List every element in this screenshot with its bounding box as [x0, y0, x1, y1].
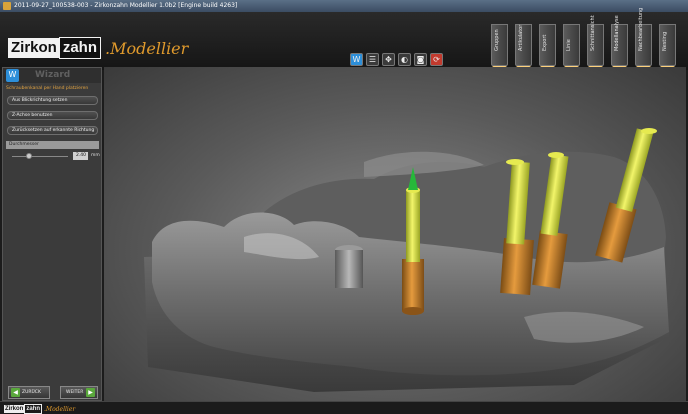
next-button-label: WEITER	[66, 390, 84, 395]
stage-tab[interactable]: Nachbearbeitung	[635, 7, 652, 66]
reset-icon[interactable]: ⟳	[430, 53, 443, 66]
stage-tab[interactable]: Modellanalyse	[611, 15, 628, 66]
stage-tab[interactable]: Linie	[563, 24, 580, 66]
stage-label: Gruppen	[494, 29, 500, 51]
abutment-stub	[335, 250, 363, 288]
footer-logo-product: .Modellier	[44, 405, 76, 413]
arrow-right-icon: ▶	[86, 388, 95, 397]
stage-tab[interactable]: Export	[539, 24, 556, 66]
footer-logo-part-1: Zirkon	[4, 405, 25, 413]
footer-logo: Zirkon zahn .Modellier	[4, 404, 75, 414]
logo-product: .Modellier	[105, 38, 189, 58]
app-icon	[3, 2, 11, 10]
diameter-slider-row: 2.40 mm	[6, 151, 100, 163]
footer-bar: Zirkon zahn .Modellier	[0, 401, 688, 414]
stage-label: Nesting	[662, 31, 668, 51]
list-icon[interactable]: ☰	[366, 53, 379, 66]
implant-2	[500, 238, 534, 295]
view-icon[interactable]: ◐	[398, 53, 411, 66]
stage-tab[interactable]: Schnittansicht	[587, 15, 604, 66]
back-button-label: ZURÜCK	[22, 390, 41, 395]
stage-tab[interactable]: Artikulator	[515, 24, 532, 66]
arrow-left-icon: ◀	[11, 388, 20, 397]
zirkonzahn-logo: Zirkon zahn .Modellier	[8, 37, 188, 59]
window-title: 2011-09-27_100538-003 - Zirkonzahn Model…	[14, 2, 238, 9]
header-bar: Zirkon zahn .Modellier Gruppen◆Artikulat…	[0, 7, 688, 80]
title-bar: 2011-09-27_100538-003 - Zirkonzahn Model…	[0, 0, 688, 12]
diameter-value-field[interactable]: 2.40	[73, 152, 88, 160]
diameter-slider-track[interactable]	[12, 156, 68, 157]
application-window: 2011-09-27_100538-003 - Zirkonzahn Model…	[0, 0, 688, 414]
camera-icon[interactable]: ◙	[414, 53, 427, 66]
wizard-step-title: Schraubenkanal per Hand platzieren	[6, 86, 89, 91]
view-toolbar: W ☰ ✥ ◐ ◙ ⟳	[350, 53, 443, 67]
move-icon[interactable]: ✥	[382, 53, 395, 66]
stage-label: Linie	[566, 39, 572, 51]
stage-label: Artikulator	[518, 24, 524, 51]
logo-part-1: Zirkon	[8, 38, 59, 58]
wizard-icon: W	[6, 69, 19, 82]
logo-part-2: zahn	[58, 37, 102, 59]
use-z-axis-button[interactable]: Z-Achse benutzen	[7, 111, 98, 120]
wizard-title: Wizard	[35, 70, 71, 80]
footer-logo-part-2: zahn	[24, 404, 43, 414]
stage-label: Nachbearbeitung	[638, 7, 644, 51]
set-from-view-button[interactable]: Aus Blickrichtung setzen	[7, 96, 98, 105]
wizard-panel: W Wizard Schraubenkanal per Hand platzie…	[2, 67, 102, 401]
next-button[interactable]: WEITER ▶	[60, 386, 98, 399]
screw-channel-3-top	[548, 152, 564, 158]
stage-label: Export	[542, 34, 548, 51]
reset-direction-button[interactable]: Zurücksetzen auf erkannte Richtung	[7, 126, 98, 135]
diameter-unit: mm	[91, 153, 100, 158]
stage-tab[interactable]: Nesting	[659, 24, 676, 66]
diameter-slider-handle[interactable]	[25, 153, 32, 159]
screw-channel-1	[406, 190, 420, 262]
implant-1	[402, 259, 424, 311]
wizard-icon[interactable]: W	[350, 53, 363, 66]
back-button[interactable]: ◀ ZURÜCK	[8, 386, 50, 399]
stage-label: Modellanalyse	[614, 15, 620, 51]
dental-model-render	[144, 128, 669, 392]
stage-label: Schnittansicht	[590, 15, 596, 51]
screw-channel-2-top	[506, 159, 524, 165]
3d-viewport[interactable]	[104, 67, 686, 401]
stage-tab[interactable]: Gruppen	[491, 24, 508, 66]
wizard-header: W Wizard	[3, 68, 101, 83]
diameter-label: Durchmesser	[6, 141, 99, 149]
screw-channel-4-top	[641, 128, 657, 134]
implant-1-base	[402, 307, 424, 315]
